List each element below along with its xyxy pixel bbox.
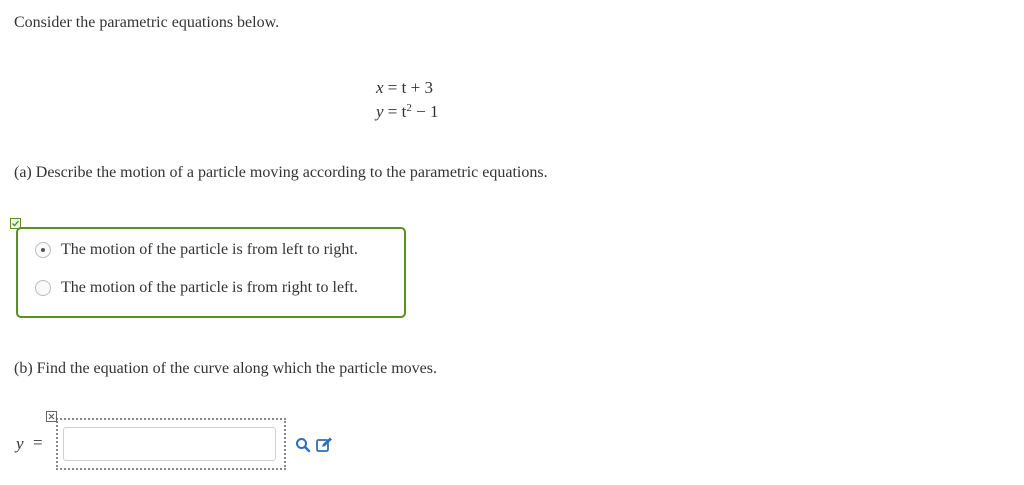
parametric-equations: x = t + 3 y = t2 − 1 xyxy=(376,76,438,124)
equation-y: y = t2 − 1 xyxy=(376,100,438,124)
answer-choices-box: The motion of the particle is from left … xyxy=(16,227,406,318)
intro-text: Consider the parametric equations below. xyxy=(14,14,280,31)
magnifier-icon[interactable] xyxy=(295,437,311,458)
part-a-text: Describe the motion of a particle moving… xyxy=(35,164,548,181)
pencil-edit-icon[interactable] xyxy=(316,437,333,458)
equation-x-var: x xyxy=(376,78,384,97)
x-mark-icon xyxy=(46,411,57,422)
choice-right-to-left[interactable]: The motion of the particle is from right… xyxy=(35,279,358,297)
choice-left-to-right[interactable]: The motion of the particle is from left … xyxy=(35,241,358,259)
equation-y-rhs-a: = t xyxy=(387,102,407,121)
equation-x-rhs: = t + 3 xyxy=(387,78,433,97)
part-b-question: (b) Find the equation of the curve along… xyxy=(14,360,437,378)
answer-variable: y xyxy=(16,434,24,453)
part-b-text: Find the equation of the curve along whi… xyxy=(36,360,437,377)
equation-y-exponent: 2 xyxy=(406,102,412,114)
radio-left-to-right[interactable] xyxy=(35,242,51,258)
equation-y-rhs-b: − 1 xyxy=(416,102,439,121)
part-a-label: (a) xyxy=(14,164,32,181)
choice-left-to-right-label: The motion of the particle is from left … xyxy=(61,241,358,258)
radio-right-to-left[interactable] xyxy=(35,280,51,296)
part-b-label: (b) xyxy=(14,360,33,377)
part-a-question: (a) Describe the motion of a particle mo… xyxy=(14,164,548,182)
answer-input[interactable] xyxy=(63,427,276,461)
equation-x: x = t + 3 xyxy=(376,76,438,100)
answer-equals: = xyxy=(33,433,43,452)
choice-right-to-left-label: The motion of the particle is from right… xyxy=(61,279,358,296)
equation-y-var: y xyxy=(376,102,384,121)
